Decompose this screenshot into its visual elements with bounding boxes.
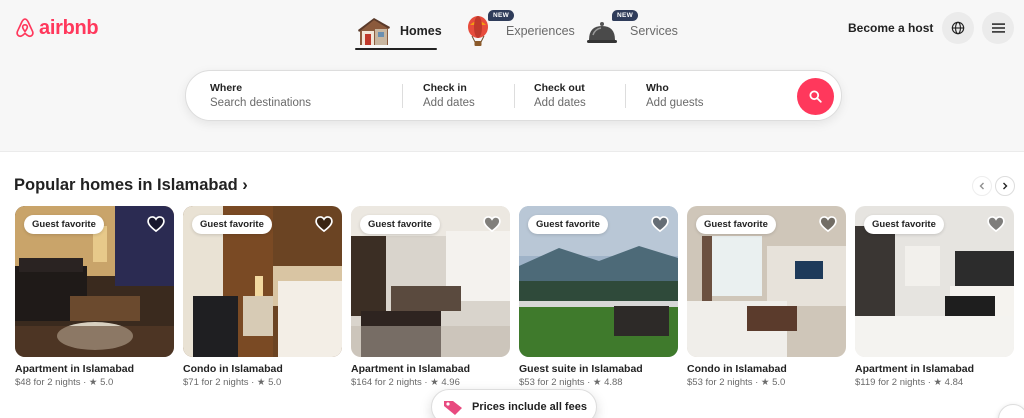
hot-air-balloon-icon: NEW <box>462 10 515 49</box>
globe-icon <box>951 21 965 35</box>
listing-card[interactable]: Guest favorite Apartment in Islamabad $1… <box>351 206 510 388</box>
listing-photo[interactable]: Guest favorite <box>519 206 678 357</box>
hamburger-menu-icon <box>991 23 1005 33</box>
listing-title: Apartment in Islamabad <box>855 363 975 375</box>
carousel-prev-button[interactable] <box>972 176 992 196</box>
guest-favorite-badge: Guest favorite <box>24 215 104 234</box>
heart-icon[interactable] <box>314 214 334 234</box>
check-out-label: Check out <box>534 82 585 94</box>
heart-icon[interactable] <box>650 214 670 234</box>
header: airbnb Homes NEW Experiences NEW Service… <box>0 0 1024 152</box>
check-in-field[interactable]: Check in Add dates <box>423 71 523 120</box>
listing-title: Condo in Islamabad <box>183 363 283 375</box>
tab-experiences[interactable]: NEW Experiences <box>462 10 575 52</box>
listing-card[interactable]: Guest favorite Condo in Islamabad $71 fo… <box>183 206 342 388</box>
listing-photo[interactable]: Guest favorite <box>183 206 342 357</box>
guest-favorite-badge: Guest favorite <box>192 215 272 234</box>
section-title[interactable]: Popular homes in Islamabad › <box>14 176 248 195</box>
check-in-placeholder: Add dates <box>423 97 475 109</box>
who-label: Who <box>646 82 669 94</box>
check-out-placeholder: Add dates <box>534 97 586 109</box>
listing-title: Apartment in Islamabad <box>15 363 135 375</box>
tab-services[interactable]: NEW Services <box>586 10 678 52</box>
search-icon <box>809 90 822 103</box>
where-field[interactable]: Where Search destinations <box>210 71 400 120</box>
listing-photo[interactable]: Guest favorite <box>351 206 510 357</box>
listing-carousel: Guest favorite Apartment in Islamabad $4… <box>15 206 1024 406</box>
listing-photo[interactable]: Guest favorite <box>687 206 846 357</box>
listing-card[interactable]: Guest favorite Condo in Islamabad $53 fo… <box>687 206 846 388</box>
prices-include-fees-pill[interactable]: Prices include all fees <box>431 389 597 418</box>
listing-price-rating: $53 for 2 nights · ★ 4.88 <box>519 377 623 388</box>
guest-favorite-badge: Guest favorite <box>360 215 440 234</box>
listing-title: Guest suite in Islamabad <box>519 363 643 375</box>
tab-experiences-label: Experiences <box>506 24 575 38</box>
listing-price-rating: $53 for 2 nights · ★ 5.0 <box>687 377 786 388</box>
heart-icon[interactable] <box>482 214 502 234</box>
carousel-next-button[interactable] <box>995 176 1015 196</box>
listing-card[interactable]: Guest favorite Guest suite in Islamabad … <box>519 206 678 388</box>
where-placeholder: Search destinations <box>210 97 312 109</box>
check-in-label: Check in <box>423 82 467 94</box>
listing-photo[interactable]: Guest favorite <box>855 206 1014 357</box>
where-label: Where <box>210 82 243 94</box>
prices-include-fees-label: Prices include all fees <box>472 401 587 413</box>
floating-action-button[interactable] <box>998 404 1024 418</box>
check-out-field[interactable]: Check out Add dates <box>534 71 634 120</box>
search-divider <box>514 84 515 108</box>
service-bell-icon: NEW <box>586 10 639 49</box>
guest-favorite-badge: Guest favorite <box>864 215 944 234</box>
listing-price-rating: $119 for 2 nights · ★ 4.84 <box>855 377 964 388</box>
active-tab-indicator <box>355 48 437 50</box>
guest-favorite-badge: Guest favorite <box>696 215 776 234</box>
listing-photo[interactable]: Guest favorite <box>15 206 174 357</box>
main-menu-button[interactable] <box>982 12 1014 44</box>
tab-services-label: Services <box>630 24 678 38</box>
listing-price-rating: $71 for 2 nights · ★ 5.0 <box>183 377 282 388</box>
search-divider <box>402 84 403 108</box>
chevron-right-icon <box>1003 182 1008 190</box>
search-bar: Where Search destinations Check in Add d… <box>185 70 842 121</box>
listing-price-rating: $164 for 2 nights · ★ 4.96 <box>351 377 460 388</box>
tab-homes[interactable]: Homes <box>356 10 442 52</box>
new-badge: NEW <box>612 10 639 21</box>
who-placeholder: Add guests <box>646 97 704 109</box>
search-button[interactable] <box>797 78 834 115</box>
price-tag-icon <box>444 401 462 415</box>
new-badge: NEW <box>488 10 515 21</box>
search-divider <box>625 84 626 108</box>
listing-title: Condo in Islamabad <box>687 363 787 375</box>
listing-title: Apartment in Islamabad <box>351 363 471 375</box>
listing-price-rating: $48 for 2 nights · ★ 5.0 <box>15 377 114 388</box>
guest-favorite-badge: Guest favorite <box>528 215 608 234</box>
chevron-left-icon <box>979 182 984 190</box>
tab-homes-label: Homes <box>400 24 442 38</box>
listing-card[interactable]: Guest favorite Apartment in Islamabad $4… <box>15 206 174 388</box>
language-button[interactable] <box>942 12 974 44</box>
heart-icon[interactable] <box>146 214 166 234</box>
listing-card[interactable]: Guest favorite Apartment in Islamabad $1… <box>855 206 1014 388</box>
who-field[interactable]: Who Add guests <box>646 71 786 120</box>
become-a-host-link[interactable]: Become a host <box>848 21 933 35</box>
heart-icon[interactable] <box>818 214 838 234</box>
house-icon <box>356 13 392 49</box>
heart-icon[interactable] <box>986 214 1006 234</box>
